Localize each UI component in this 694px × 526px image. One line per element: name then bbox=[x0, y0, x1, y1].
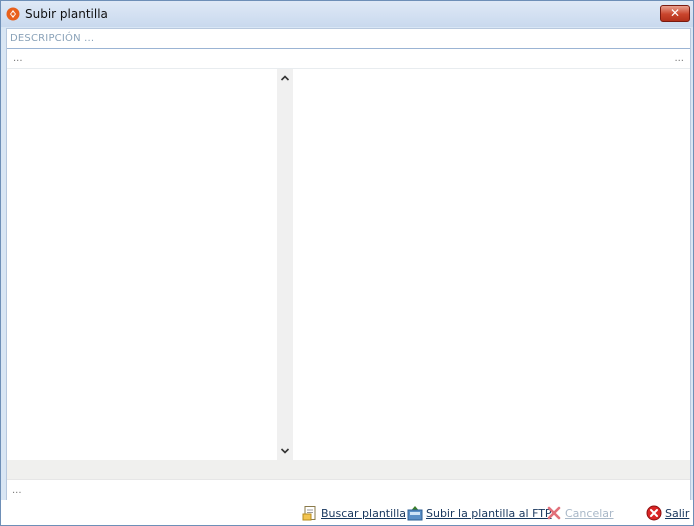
exit-close-icon bbox=[646, 505, 662, 521]
upload-template-window: Subir plantilla ✕ DESCRIPCIÓN ... ... ..… bbox=[0, 0, 694, 526]
bottom-info-text: ... bbox=[12, 485, 22, 496]
upload-ftp-button[interactable]: Subir la plantilla al FTP bbox=[407, 505, 552, 521]
exit-button[interactable]: Salir bbox=[646, 505, 689, 521]
close-icon: ✕ bbox=[669, 6, 681, 20]
ftp-upload-icon bbox=[407, 506, 423, 521]
title-bar[interactable]: Subir plantilla ✕ bbox=[1, 1, 693, 27]
path-row: ... ... bbox=[7, 49, 690, 69]
close-window-button[interactable]: ✕ bbox=[660, 5, 690, 22]
description-field[interactable]: DESCRIPCIÓN ... bbox=[7, 29, 690, 49]
browse-template-label: Buscar plantilla bbox=[321, 506, 407, 520]
chevron-down-icon[interactable] bbox=[277, 444, 293, 458]
status-strip bbox=[7, 460, 690, 479]
path-left-text: ... bbox=[13, 53, 23, 64]
vertical-scrollbar[interactable] bbox=[277, 69, 293, 460]
description-placeholder: DESCRIPCIÓN ... bbox=[10, 33, 95, 44]
chevron-up-icon[interactable] bbox=[277, 71, 293, 85]
upload-ftp-label: Subir la plantilla al FTP bbox=[426, 506, 552, 520]
footer-toolbar: Buscar plantilla Subir la plantilla al F… bbox=[1, 500, 693, 525]
app-logo-icon bbox=[6, 7, 20, 21]
browse-template-button[interactable]: Buscar plantilla bbox=[302, 505, 406, 521]
window-content: DESCRIPCIÓN ... ... ... ... bbox=[6, 28, 691, 500]
window-title: Subir plantilla bbox=[25, 7, 108, 21]
cancel-x-icon bbox=[547, 506, 561, 520]
path-right-text: ... bbox=[674, 53, 684, 64]
preview-pane bbox=[294, 69, 690, 460]
cancel-button[interactable]: Cancelar bbox=[546, 505, 614, 521]
exit-label: Salir bbox=[665, 506, 690, 520]
file-list-pane[interactable] bbox=[7, 69, 277, 460]
bottom-info-row: ... bbox=[7, 479, 690, 500]
browse-file-icon bbox=[302, 506, 316, 521]
cancel-label: Cancelar bbox=[565, 506, 614, 520]
